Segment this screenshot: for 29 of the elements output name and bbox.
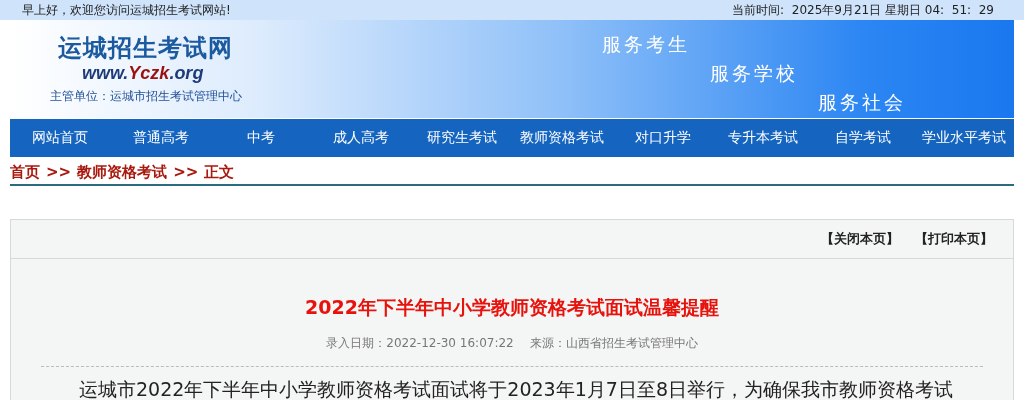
- slogan-text: 服务学校: [710, 61, 799, 86]
- site-logo-text: 运城招生考试网: [58, 34, 233, 62]
- nav-link[interactable]: 成人高考: [311, 119, 412, 157]
- site-url: www.Yczk.org: [82, 62, 204, 84]
- breadcrumb-link[interactable]: 首页: [10, 163, 40, 182]
- article-paragraph: 运城市2022年下半年中小学教师资格考试面试将于2023年1月7日至8日举行，为确保我市教师资格考试: [78, 377, 954, 400]
- entry-date: 录入日期：2022-12-30 16:07:22: [326, 335, 514, 352]
- nav-link[interactable]: 普通高考: [110, 119, 211, 157]
- nav-link[interactable]: 研究生考试: [411, 119, 513, 157]
- nav-link[interactable]: 中考: [210, 119, 312, 157]
- nav-link[interactable]: 教师资格考试: [512, 119, 613, 157]
- breadcrumb-link[interactable]: 教师资格考试: [77, 163, 168, 182]
- nav-link[interactable]: 网站首页: [10, 119, 111, 157]
- page-action-link[interactable]: 【关闭本页】: [821, 230, 899, 248]
- breadcrumb-separator: >>: [46, 163, 72, 182]
- nav-link[interactable]: 自学考试: [813, 119, 914, 157]
- slogan-text: 服务社会: [818, 90, 906, 115]
- page-action-link[interactable]: 【打印本页】: [915, 230, 993, 248]
- article-title: 2022年下半年中小学教师资格考试面试温馨提醒: [304, 295, 720, 320]
- nav-link[interactable]: 学业水平考试: [913, 119, 1015, 157]
- current-time: 当前时间: 2025年9月21日 星期日 04: 51: 29: [732, 1, 994, 19]
- breadcrumb-separator: >>: [173, 163, 199, 182]
- nav-link[interactable]: 对口升学: [612, 119, 713, 157]
- source-text: 来源：山西省招生考试管理中心: [529, 335, 698, 352]
- nav-link[interactable]: 专升本考试: [712, 119, 814, 157]
- slogan-text: 服务考生: [602, 32, 691, 57]
- breadcrumb-link[interactable]: 正文: [204, 163, 235, 182]
- authority-text: 主管单位：运城市招生考试管理中心: [50, 88, 242, 105]
- greeting-text: 早上好，欢迎您访问运城招生考试网站!: [22, 1, 231, 19]
